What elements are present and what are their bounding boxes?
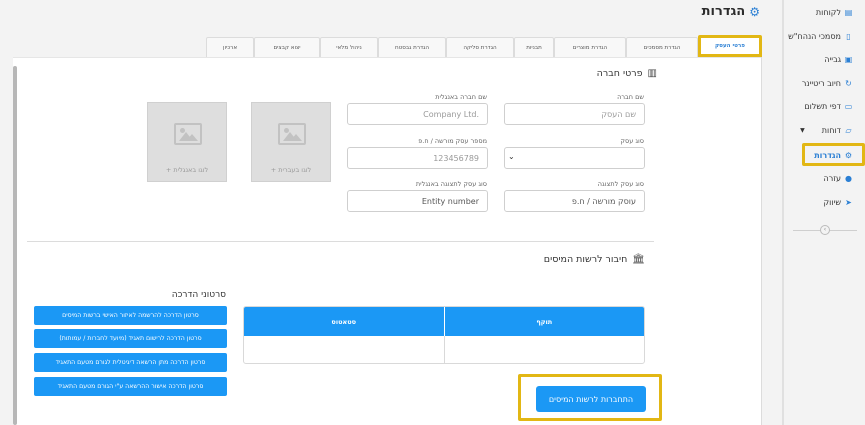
question-icon: ●: [845, 174, 852, 183]
company-section-title: ▥ פרטי חברה: [596, 68, 657, 79]
connect-tax-authority-button[interactable]: התחברות לרשות המיסים: [536, 386, 646, 412]
tab-export-files[interactable]: יצוא קבצים: [254, 37, 320, 57]
tab-product-settings[interactable]: הגדרת מוצרים: [554, 37, 626, 57]
sidebar-item-collection[interactable]: ▣ גבייה: [824, 55, 853, 64]
tab-clearing-settings[interactable]: הגדרת סליקה: [446, 37, 514, 57]
refresh-icon: ↻: [845, 79, 852, 88]
sidebar-item-retainer[interactable]: ↻ חיוב ריטיינר: [802, 79, 853, 88]
tax-connection-table: תוקף סטאטוס: [243, 306, 645, 364]
logo-english-upload[interactable]: + לוגו באנגלית: [147, 102, 227, 182]
guide-video-button-permission-approval[interactable]: סרטון הדרכה אישור ההרשאה ע"י הגורם מטעם …: [34, 377, 227, 396]
gear-icon: ⚙: [749, 4, 760, 19]
company-name-en-label: שם חברה באנגלית: [435, 93, 487, 101]
company-name-input[interactable]: שם העסק: [504, 103, 645, 125]
tax-section-title: 🏛 חיבור לרשות המיסים: [543, 254, 645, 265]
business-type-select[interactable]: ⌄: [504, 147, 645, 169]
credit-card-icon: ▭: [844, 102, 853, 111]
sidebar-item-settings[interactable]: ⚙ הגדרות: [814, 151, 853, 160]
business-type-label: סוג עסק: [620, 137, 644, 145]
folder-icon: ▱: [845, 126, 852, 135]
gear-icon: ⚙: [844, 151, 853, 160]
business-type-display-label: סוג עסק לתצוגה: [597, 180, 644, 188]
sidebar: ▤ לקוחות ▯ מסמכי הנהח"ש ▣ גבייה ↻ חיוב ר…: [785, 0, 865, 425]
tab-archive[interactable]: ארכיון: [206, 37, 254, 57]
tab-inventory[interactable]: ניהול מלאי: [320, 37, 378, 57]
column-header-validity: תוקף: [443, 307, 645, 336]
content-scrollbar[interactable]: [13, 66, 17, 425]
table-cell: [244, 336, 444, 363]
sidebar-item-customers[interactable]: ▤ לקוחות: [816, 8, 853, 17]
building-icon: ▥: [647, 68, 657, 79]
table-cell: [443, 336, 645, 363]
table-header: תוקף סטאטוס: [244, 307, 644, 336]
tab-business-details[interactable]: פרטי העסק: [698, 35, 762, 57]
sidebar-item-documents[interactable]: ▯ מסמכי הנהח"ש: [788, 32, 853, 41]
guide-video-button-digital-permission[interactable]: סרטון הדרכה מתן הרשאה דיגיטלית לגורם מטע…: [34, 353, 227, 372]
sidebar-scrollbar: [782, 0, 784, 425]
sidebar-item-reports[interactable]: ▱ דוחות ▼: [800, 126, 853, 135]
registration-number-label: מספר עסק מורשה / ח.פ: [418, 137, 487, 145]
send-icon: ➤: [845, 198, 852, 207]
company-name-label: שם חברה: [617, 93, 644, 101]
sidebar-item-marketing[interactable]: ➤ שיווק: [824, 198, 854, 207]
logo-hebrew-upload[interactable]: + לוגו בעברית: [251, 102, 331, 182]
tab-templates[interactable]: תבניות: [514, 37, 554, 57]
content-border: [761, 57, 762, 425]
column-header-status: סטאטוס: [331, 317, 357, 326]
tab-document-settings[interactable]: הגדרת מסמכים: [626, 37, 698, 57]
guides-title: סרטוני הדרכה: [171, 290, 226, 300]
company-name-en-input[interactable]: Company Ltd.: [347, 103, 488, 125]
sidebar-item-help[interactable]: ● עזרה: [823, 174, 853, 183]
business-type-display-en-input[interactable]: Entity number: [347, 190, 488, 212]
bank-icon: 🏛: [632, 254, 645, 265]
collapse-sidebar-button[interactable]: ‹: [820, 225, 830, 235]
page-title: ⚙ הגדרות: [701, 4, 760, 19]
chevron-down-icon: ⌄: [508, 152, 515, 161]
settings-tabs: פרטי העסק הגדרת מסמכים הגדרת מוצרים תבני…: [206, 35, 762, 57]
image-icon: [278, 123, 306, 145]
file-icon: ▯: [846, 32, 851, 41]
document-icon: ▤: [844, 8, 853, 17]
business-type-display-en-label: סוג עסק לתצוגה באנגלית: [415, 180, 487, 188]
guide-video-button-corporate-registration[interactable]: סרטון הדרכה לרישום תאגיד (מיועד לחברות /…: [34, 329, 227, 348]
chevron-down-icon: ▼: [800, 127, 805, 134]
sidebar-item-payment-pages[interactable]: ▭ דפי תשלום: [804, 102, 853, 111]
business-type-display-input[interactable]: עוסק מורשה / ח.פ: [504, 190, 645, 212]
wallet-icon: ▣: [844, 55, 853, 64]
guide-video-button-personal-area[interactable]: סרטון הדרכה להרשמה לאיזור האישי ברשות המ…: [34, 306, 227, 325]
image-icon: [174, 123, 202, 145]
registration-number-input[interactable]: 123456789: [347, 147, 488, 169]
tab-more-settings[interactable]: הגדרת גבסטח: [378, 37, 446, 57]
section-divider: [27, 241, 654, 242]
table-row: [244, 336, 645, 363]
